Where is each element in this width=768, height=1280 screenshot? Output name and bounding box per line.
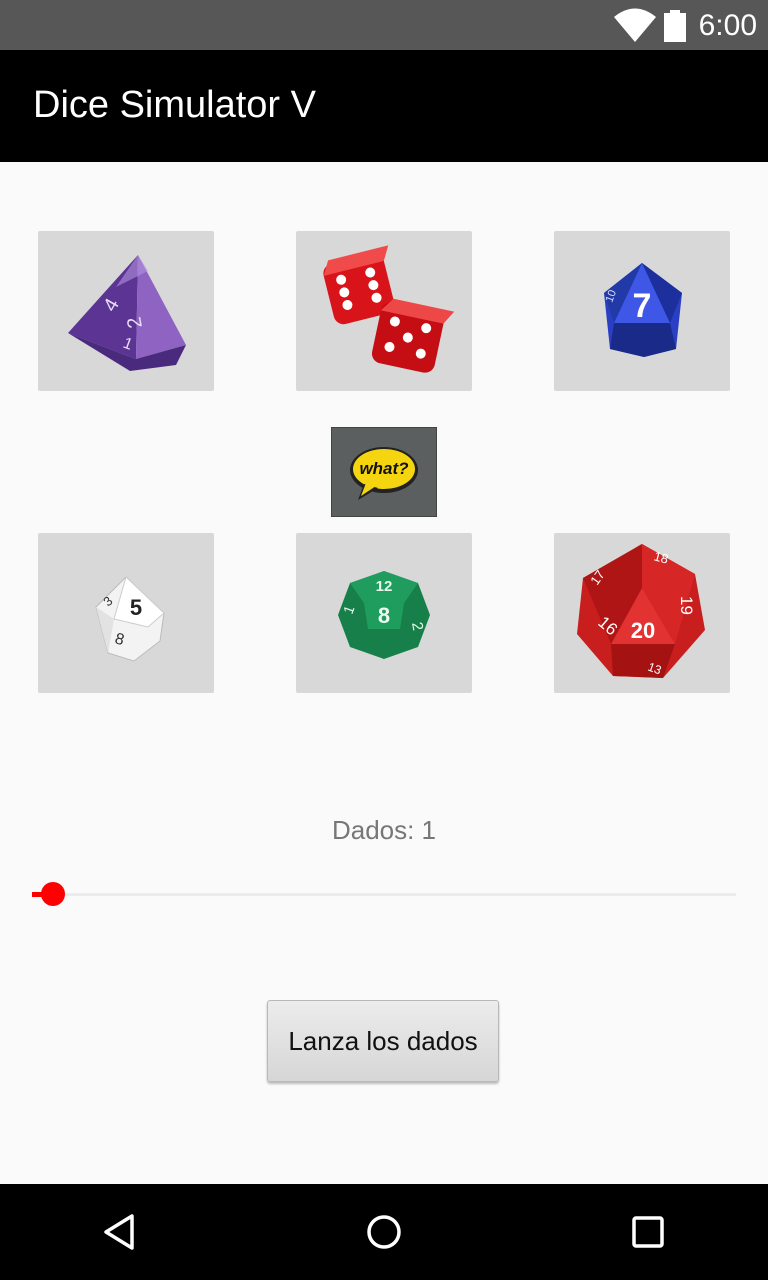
d12-face-value: 8 — [378, 603, 390, 628]
d12-face-value: 12 — [376, 578, 393, 595]
d8-die-button[interactable]: 7 10 — [554, 231, 730, 391]
help-button[interactable]: what? — [331, 427, 437, 517]
battery-icon — [664, 10, 686, 42]
main-content: 4 2 1 7 10 what? 5 8 3 12 8 2 1 20 16 19… — [0, 162, 768, 1184]
wifi-icon — [614, 8, 656, 42]
d20-face-value: 20 — [631, 618, 655, 643]
help-button-text: what? — [359, 459, 409, 478]
d8-die-icon: 7 10 — [604, 263, 682, 357]
status-time: 6:00 — [698, 9, 757, 42]
home-icon[interactable] — [360, 1208, 408, 1256]
d20-face-value: 19 — [677, 596, 696, 615]
d4-die-icon: 4 2 1 — [68, 255, 186, 371]
slider-track — [32, 893, 736, 896]
app-title: Dice Simulator V — [33, 84, 316, 126]
d12-die-button[interactable]: 12 8 2 1 — [296, 533, 472, 693]
d20-die-icon: 20 16 19 17 18 13 — [577, 544, 705, 678]
d6-die-button[interactable] — [296, 231, 472, 391]
slider-thumb[interactable] — [41, 882, 65, 906]
d4-die-button[interactable]: 4 2 1 — [38, 231, 214, 391]
what-speech-bubble-icon: what? — [350, 447, 418, 500]
dice-count-slider[interactable] — [32, 878, 736, 910]
d10-die-button[interactable]: 5 8 3 — [38, 533, 214, 693]
d6-die-icon — [323, 245, 454, 373]
navigation-bar — [0, 1184, 768, 1280]
app-bar: Dice Simulator V — [0, 50, 768, 162]
d8-face-value: 7 — [633, 287, 652, 325]
recents-icon[interactable] — [624, 1208, 672, 1256]
back-icon[interactable] — [96, 1208, 144, 1256]
roll-dice-button[interactable]: Lanza los dados — [267, 1000, 499, 1082]
d12-die-icon: 12 8 2 1 — [338, 571, 430, 659]
d10-die-icon: 5 8 3 — [95, 576, 165, 662]
status-bar: 6:00 — [0, 0, 768, 50]
d20-die-button[interactable]: 20 16 19 17 18 13 — [554, 533, 730, 693]
d10-face-value: 5 — [130, 595, 142, 620]
dice-count-label: Dados: 1 — [331, 815, 437, 845]
